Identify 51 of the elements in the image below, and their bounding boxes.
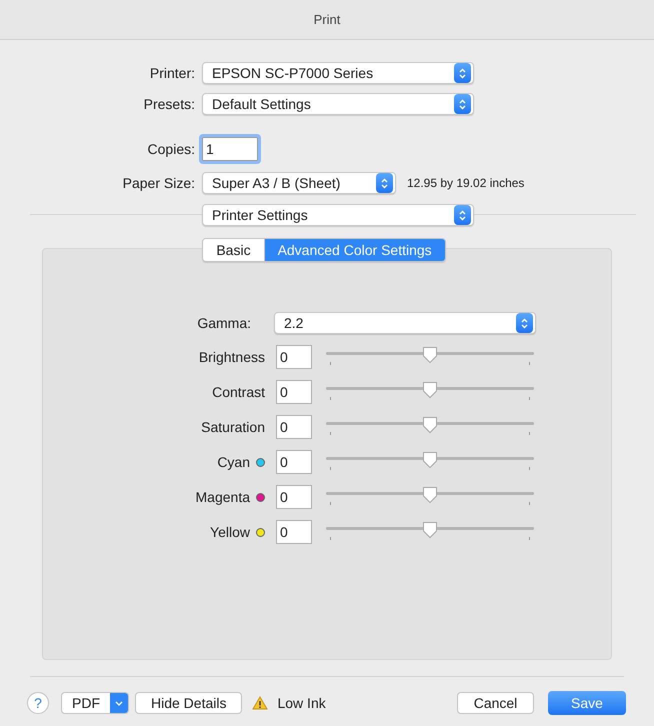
slider-thumb[interactable]: [422, 451, 438, 469]
section-popup[interactable]: Printer Settings: [202, 204, 474, 226]
field-label: Printer:: [148, 64, 195, 82]
value-field[interactable]: 0: [276, 485, 312, 509]
value-field[interactable]: 0: [276, 345, 312, 369]
stepper-icon: [516, 313, 533, 333]
cancel-button[interactable]: Cancel: [457, 692, 534, 714]
adjustment-label: Contrast: [212, 382, 265, 402]
value-field[interactable]: 0: [276, 380, 312, 404]
slider-thumb[interactable]: [422, 381, 438, 399]
adjustment-label: Brightness: [198, 348, 265, 367]
stepper-icon: [376, 173, 393, 193]
popup-button[interactable]: EPSON SC-P7000 Series: [202, 62, 474, 84]
field-label: Copies:: [146, 140, 195, 159]
slider[interactable]: [326, 346, 534, 368]
slider[interactable]: [326, 521, 534, 543]
field-label: Paper Size:: [122, 174, 195, 193]
popup-button[interactable]: Super A3 / B (Sheet): [202, 172, 396, 194]
stepper-icon: [454, 94, 471, 114]
pdf-menu-button[interactable]: PDF: [61, 692, 129, 714]
low-ink-warning: Low Ink: [277, 694, 326, 712]
value-field[interactable]: 0: [276, 450, 312, 474]
slider[interactable]: [326, 486, 534, 508]
adjustment-label: Magenta: [196, 488, 250, 507]
adjustment-label: Yellow: [210, 522, 250, 542]
adjustment-label: Cyan: [217, 452, 250, 472]
slider-thumb[interactable]: [422, 486, 438, 504]
slider[interactable]: [326, 451, 534, 473]
slider[interactable]: [326, 381, 534, 403]
gamma-label: Gamma:: [196, 314, 252, 332]
field-label: Presets:: [142, 94, 195, 114]
adjustment-label: Saturation: [201, 418, 265, 436]
hide-details-button[interactable]: Hide Details: [135, 692, 242, 714]
tab[interactable]: Advanced Color Settings: [264, 239, 445, 261]
stepper-icon: [454, 63, 471, 83]
copies-field[interactable]: 1: [202, 137, 258, 161]
stepper-icon: [454, 205, 471, 225]
paper-size-note: 12.95 by 19.02 inches: [407, 175, 524, 192]
warning-icon: [252, 696, 268, 710]
tab[interactable]: Basic: [203, 239, 264, 261]
window-title: Print: [314, 10, 340, 29]
value-field[interactable]: 0: [276, 520, 312, 544]
slider-thumb[interactable]: [422, 521, 438, 539]
slider-thumb[interactable]: [422, 346, 438, 364]
slider-thumb[interactable]: [422, 416, 438, 434]
slider[interactable]: [326, 416, 534, 438]
chevron-down-icon: [110, 693, 128, 713]
gamma-popup[interactable]: 2.2: [274, 312, 536, 334]
value-field[interactable]: 0: [276, 415, 312, 439]
help-button[interactable]: ?: [27, 692, 49, 714]
popup-button[interactable]: Default Settings: [202, 93, 474, 115]
